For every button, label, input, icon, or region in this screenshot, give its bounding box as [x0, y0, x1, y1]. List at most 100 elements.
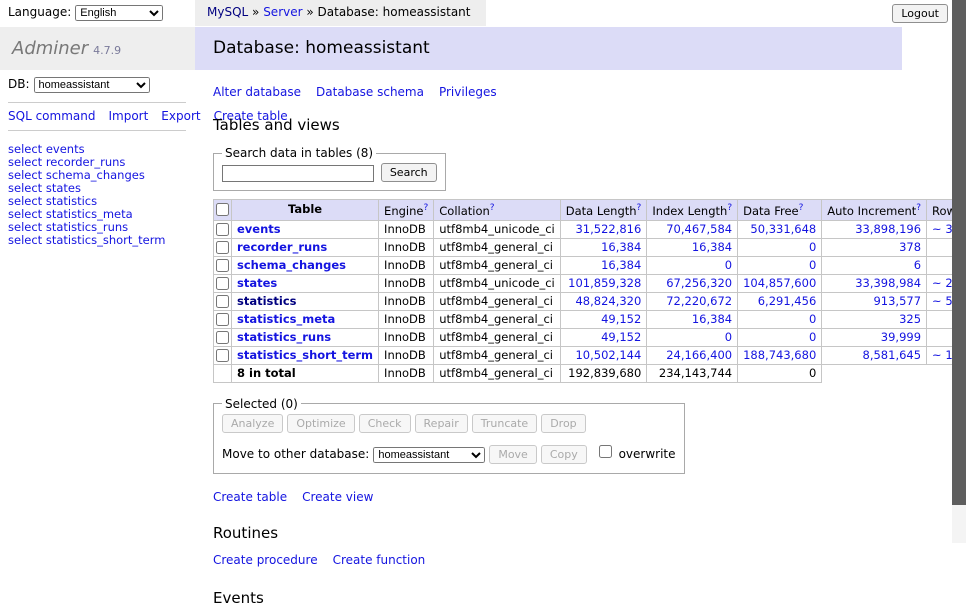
select-states-link[interactable]: select states [8, 182, 187, 195]
drop-button[interactable]: Drop [541, 414, 585, 433]
select-statistics-meta-link[interactable]: select statistics_meta [8, 208, 187, 221]
select-statistics-runs-link[interactable]: select statistics_runs [8, 221, 187, 234]
privileges-link[interactable]: Privileges [439, 85, 497, 99]
column-help-link[interactable]: ? [916, 203, 921, 213]
data-free-link[interactable]: 6,291,456 [758, 294, 817, 308]
column-help-link[interactable]: ? [637, 203, 642, 213]
logout-button[interactable]: Logout [892, 4, 948, 23]
vertical-scrollbar[interactable] [952, 0, 966, 543]
select-statistics-link[interactable]: select statistics [8, 195, 187, 208]
move-button[interactable]: Move [489, 445, 537, 464]
create-procedure-link[interactable]: Create procedure [213, 553, 318, 567]
truncate-button[interactable]: Truncate [472, 414, 537, 433]
data-length-cell: 48,824,320 [560, 292, 647, 310]
column-help-link[interactable]: ? [799, 203, 804, 213]
auto-increment-link[interactable]: 6 [914, 258, 921, 272]
optimize-button[interactable]: Optimize [287, 414, 354, 433]
index-length-link[interactable]: 67,256,320 [666, 276, 732, 290]
index-length-link[interactable]: 70,467,584 [666, 222, 732, 236]
copy-button[interactable]: Copy [541, 445, 587, 464]
select-all-checkbox[interactable] [216, 203, 229, 216]
column-help-link[interactable]: ? [423, 203, 428, 213]
data-free-link[interactable]: 0 [809, 240, 816, 254]
create-links: Create table Create view [213, 490, 952, 504]
row-checkbox[interactable] [216, 349, 229, 362]
data-free-link[interactable]: 0 [809, 258, 816, 272]
data-free-link[interactable]: 0 [809, 330, 816, 344]
move-label: Move to other database: [222, 447, 369, 461]
table-link-statistics[interactable]: statistics [237, 294, 297, 308]
table-row: schema_changesInnoDButf8mb4_general_ci16… [214, 256, 966, 274]
auto-increment-link[interactable]: 39,999 [881, 330, 921, 344]
index-length-link[interactable]: 16,384 [692, 240, 732, 254]
column-help-link[interactable]: ? [490, 203, 495, 213]
column-help-link[interactable]: ? [727, 203, 732, 213]
search-input[interactable] [222, 165, 374, 182]
row-checkbox[interactable] [216, 277, 229, 290]
auto-increment-link[interactable]: 913,577 [873, 294, 921, 308]
table-link-statistics-meta[interactable]: statistics_meta [237, 312, 335, 326]
data-length-link[interactable]: 49,152 [601, 330, 641, 344]
check-button[interactable]: Check [359, 414, 411, 433]
auto-increment-link[interactable]: 33,398,984 [855, 276, 921, 290]
overwrite-checkbox[interactable] [599, 445, 612, 458]
auto-increment-link[interactable]: 378 [899, 240, 921, 254]
data-free-link[interactable]: 188,743,680 [743, 348, 816, 362]
data-length-link[interactable]: 101,859,328 [568, 276, 641, 290]
table-link-states[interactable]: states [237, 276, 277, 290]
table-row: statistics_runsInnoDButf8mb4_general_ci4… [214, 328, 966, 346]
database-schema-link[interactable]: Database schema [316, 85, 424, 99]
data-length-link[interactable]: 49,152 [601, 312, 641, 326]
index-length-link[interactable]: 24,166,400 [666, 348, 732, 362]
data-free-cell: 0 [738, 328, 822, 346]
repair-button[interactable]: Repair [415, 414, 468, 433]
row-checkbox[interactable] [216, 295, 229, 308]
row-checkbox[interactable] [216, 241, 229, 254]
table-link-recorder-runs[interactable]: recorder_runs [237, 240, 327, 254]
data-length-link[interactable]: 31,522,816 [575, 222, 641, 236]
import-link[interactable]: Import [108, 109, 148, 123]
auto-increment-link[interactable]: 33,898,196 [855, 222, 921, 236]
row-checkbox[interactable] [216, 259, 229, 272]
table-link-statistics-runs[interactable]: statistics_runs [237, 330, 331, 344]
index-length-link[interactable]: 0 [725, 258, 732, 272]
engine-cell: InnoDB [379, 346, 434, 364]
auto-increment-link[interactable]: 8,581,645 [863, 348, 922, 362]
breadcrumb-item-server[interactable]: Server [263, 5, 302, 19]
data-length-link[interactable]: 16,384 [601, 240, 641, 254]
index-length-cell: 16,384 [647, 238, 738, 256]
data-length-link[interactable]: 10,502,144 [575, 348, 641, 362]
row-checkbox[interactable] [216, 313, 229, 326]
table-link-events[interactable]: events [237, 222, 281, 236]
select-statistics-short-term-link[interactable]: select statistics_short_term [8, 234, 187, 247]
scrollbar-thumb[interactable] [952, 0, 966, 505]
table-link-statistics-short-term[interactable]: statistics_short_term [237, 348, 373, 362]
analyze-button[interactable]: Analyze [222, 414, 283, 433]
alter-database-link[interactable]: Alter database [213, 85, 301, 99]
total-data-free: 0 [738, 364, 822, 382]
index-length-link[interactable]: 0 [725, 330, 732, 344]
table-link-schema-changes[interactable]: schema_changes [237, 258, 346, 272]
create-table-link[interactable]: Create table [213, 490, 287, 504]
select-schema-changes-link[interactable]: select schema_changes [8, 169, 187, 182]
data-length-link[interactable]: 48,824,320 [575, 294, 641, 308]
data-free-link[interactable]: 104,857,600 [743, 276, 816, 290]
sql-command-link[interactable]: SQL command [8, 109, 95, 123]
data-free-link[interactable]: 50,331,648 [750, 222, 816, 236]
total-index-length: 234,143,744 [647, 364, 738, 382]
breadcrumb-item-mysql[interactable]: MySQL [207, 5, 248, 19]
language-select[interactable]: English [75, 5, 163, 21]
data-free-link[interactable]: 0 [809, 312, 816, 326]
move-db-select[interactable]: homeassistant [373, 447, 485, 463]
index-length-link[interactable]: 16,384 [692, 312, 732, 326]
data-length-link[interactable]: 16,384 [601, 258, 641, 272]
row-checkbox[interactable] [216, 223, 229, 236]
index-length-link[interactable]: 72,220,672 [666, 294, 732, 308]
create-view-link[interactable]: Create view [302, 490, 373, 504]
search-button[interactable]: Search [381, 163, 437, 182]
row-checkbox[interactable] [216, 331, 229, 344]
auto-increment-link[interactable]: 325 [899, 312, 921, 326]
selected-legend: Selected (0) [222, 397, 301, 411]
create-function-link[interactable]: Create function [333, 553, 426, 567]
db-select[interactable]: homeassistant [34, 77, 150, 93]
